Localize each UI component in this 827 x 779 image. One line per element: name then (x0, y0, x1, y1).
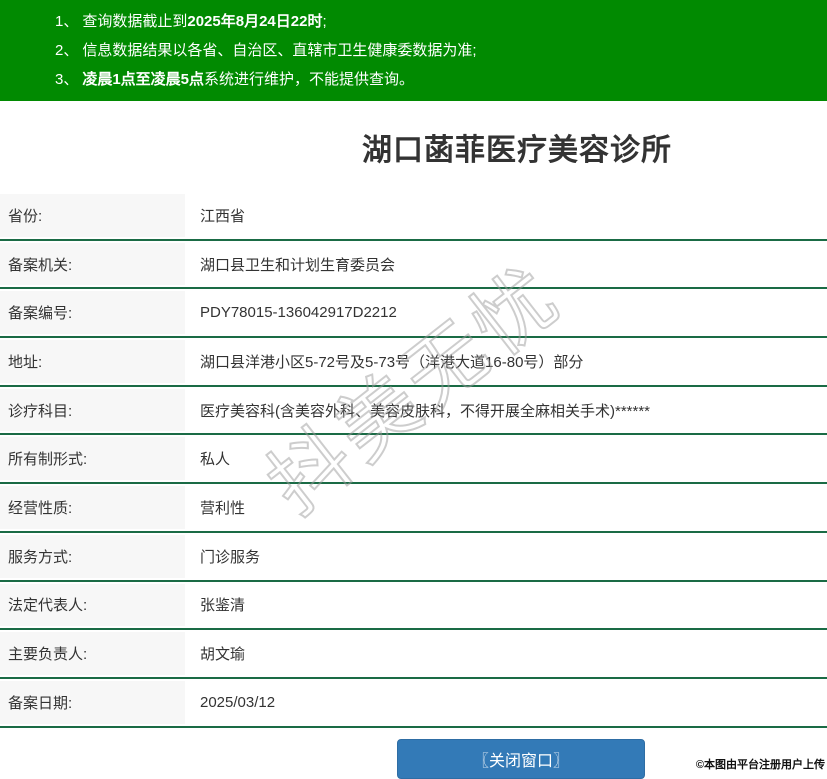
notice-banner: 1、查询数据截止到2025年8月24日22时; 2、信息数据结果以各省、自治区、… (0, 0, 827, 101)
row-label: 经营性质: (0, 486, 185, 529)
row-label: 备案日期: (0, 681, 185, 724)
notice-text: 信息数据结果以各省、自治区、直辖市卫生健康委数据为准; (82, 42, 476, 59)
notice-line-1: 1、查询数据截止到2025年8月24日22时; (55, 7, 817, 36)
notice-number: 2、 (55, 42, 78, 59)
row-principal: 主要负责人: 胡文瑜 (0, 630, 827, 679)
row-filing-number: 备案编号: PDY78015-136042917D2212 (0, 289, 827, 338)
row-legal-representative: 法定代表人: 张鉴清 (0, 582, 827, 631)
row-ownership-form: 所有制形式: 私人 (0, 435, 827, 484)
row-label: 主要负责人: (0, 632, 185, 675)
notice-text-bold: 2025年8月24日22时 (187, 13, 322, 30)
title-area: 湖口菡菲医疗美容诊所 (0, 101, 827, 192)
row-value: 湖口县洋港小区5-72号及5-73号（洋港大道16-80号）部分 (185, 338, 827, 385)
row-value: 营利性 (185, 484, 827, 531)
row-label: 备案编号: (0, 291, 185, 334)
row-value: 门诊服务 (185, 533, 827, 580)
row-label: 诊疗科目: (0, 389, 185, 432)
row-operation-nature: 经营性质: 营利性 (0, 484, 827, 533)
notice-text: 系统进行维护，不能提供查询。 (204, 71, 414, 88)
row-label: 地址: (0, 340, 185, 383)
row-label: 所有制形式: (0, 437, 185, 480)
row-value: 2025/03/12 (185, 679, 827, 726)
row-value: 湖口县卫生和计划生育委员会 (185, 241, 827, 288)
row-label: 省份: (0, 194, 185, 237)
info-table: 省份: 江西省 备案机关: 湖口县卫生和计划生育委员会 备案编号: PDY780… (0, 192, 827, 728)
attribution-note: ©本图由平台注册用户上传 (696, 756, 825, 772)
notice-text-bold: 凌晨1点至凌晨5点 (82, 71, 204, 88)
row-filing-authority: 备案机关: 湖口县卫生和计划生育委员会 (0, 241, 827, 290)
row-address: 地址: 湖口县洋港小区5-72号及5-73号（洋港大道16-80号）部分 (0, 338, 827, 387)
row-treatment-subjects: 诊疗科目: 医疗美容科(含美容外科、美容皮肤科，不得开展全麻相关手术)*****… (0, 387, 827, 436)
notice-line-3: 3、凌晨1点至凌晨5点系统进行维护，不能提供查询。 (55, 65, 817, 94)
row-province: 省份: 江西省 (0, 192, 827, 241)
row-service-mode: 服务方式: 门诊服务 (0, 533, 827, 582)
row-value: 胡文瑜 (185, 630, 827, 677)
row-filing-date: 备案日期: 2025/03/12 (0, 679, 827, 728)
notice-number: 3、 (55, 71, 78, 88)
notice-number: 1、 (55, 13, 78, 30)
row-label: 备案机关: (0, 243, 185, 286)
notice-line-2: 2、信息数据结果以各省、自治区、直辖市卫生健康委数据为准; (55, 36, 817, 65)
row-value: 江西省 (185, 192, 827, 239)
page-title: 湖口菡菲医疗美容诊所 (362, 125, 672, 169)
row-value: PDY78015-136042917D2212 (185, 289, 827, 336)
row-label: 服务方式: (0, 535, 185, 578)
notice-text: 查询数据截止到 (82, 13, 187, 30)
row-value: 私人 (185, 435, 827, 482)
close-window-button[interactable]: 〖关闭窗口〗 (397, 739, 645, 779)
row-label: 法定代表人: (0, 584, 185, 627)
row-value: 医疗美容科(含美容外科、美容皮肤科，不得开展全麻相关手术)****** (185, 387, 827, 434)
notice-text: ; (322, 13, 326, 30)
row-value: 张鉴清 (185, 582, 827, 629)
